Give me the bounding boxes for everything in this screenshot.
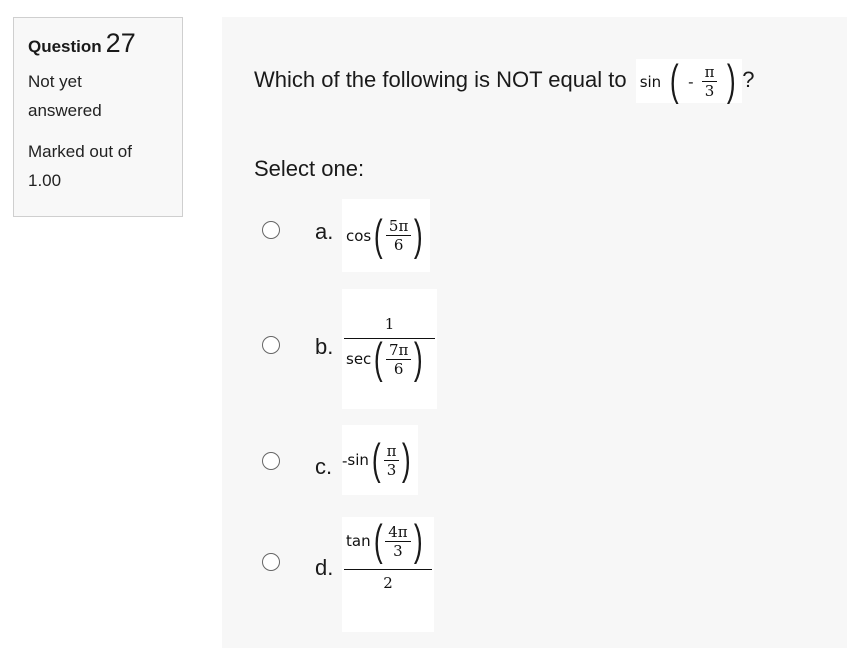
option-math: 1 sec ( 7π 6 )	[342, 289, 437, 409]
math-fraction: 5π 6	[385, 217, 412, 254]
radio-button-d[interactable]	[262, 553, 280, 571]
fraction-denominator: 6	[393, 359, 404, 378]
fraction-denominator: sec ( 7π 6 )	[342, 337, 426, 381]
question-number: Question 27	[28, 28, 182, 59]
math-paren-left: (	[374, 334, 384, 383]
fraction-numerator: 7π	[388, 340, 409, 359]
question-info-panel: Question 27 Not yet answered Marked out o…	[13, 17, 183, 217]
math-func: sec	[346, 350, 372, 368]
question-text-body: Which of the following is NOT equal to	[254, 66, 627, 92]
radio-button-a[interactable]	[262, 221, 280, 239]
fraction-numerator: π	[386, 441, 397, 460]
fraction-denominator: 3	[386, 460, 397, 479]
fraction-bar	[344, 569, 432, 570]
radio-button-b[interactable]	[262, 336, 280, 354]
fraction-numerator: 1	[384, 315, 395, 333]
math-fraction: 4π 3	[385, 522, 411, 560]
question-mark: ?	[742, 66, 755, 92]
option-letter: b.	[315, 334, 334, 359]
question-label: Question	[28, 37, 102, 56]
question-number-value: 27	[105, 28, 136, 58]
math-func: sin	[639, 72, 662, 91]
math-paren-right: )	[402, 435, 412, 484]
math-func: sin	[347, 451, 369, 469]
math-paren-left: (	[371, 435, 381, 484]
option-letter: a.	[315, 219, 334, 244]
question-text: Which of the following is NOT equal to s…	[254, 59, 755, 103]
math-fraction: π 3	[701, 62, 718, 100]
option-math: tan ( 4π 3 ) 2	[342, 517, 434, 632]
question-math-expression: sin ( - π 3 )	[635, 56, 743, 105]
question-state: Not yet answered	[28, 72, 102, 120]
fraction-denominator: 2	[383, 574, 393, 592]
option-math: cos ( 5π 6 )	[342, 199, 430, 272]
math-func: cos	[346, 226, 372, 245]
fraction-denominator: 3	[704, 81, 715, 100]
fraction-numerator: 5π	[388, 217, 409, 235]
fraction-denominator: 3	[393, 541, 403, 560]
select-one-prompt: Select one:	[254, 156, 365, 181]
option-letter: c.	[315, 454, 333, 479]
math-func: tan	[346, 532, 371, 550]
question-content: Which of the following is NOT equal to s…	[222, 17, 847, 648]
fraction-numerator: π	[704, 62, 715, 81]
math-paren-right: )	[414, 334, 424, 383]
math-paren-right: )	[414, 210, 424, 260]
math-fraction: π 3	[383, 441, 400, 479]
option-letter: d.	[315, 555, 334, 580]
math-paren-left: (	[373, 516, 383, 565]
math-paren-left: (	[374, 210, 383, 260]
math-sign: -	[688, 71, 694, 91]
fraction-denominator: 6	[393, 236, 404, 254]
fraction-numerator: 4π	[388, 522, 408, 541]
math-paren-right: )	[413, 516, 423, 565]
option-math: - sin ( π 3 )	[342, 425, 419, 495]
fraction-numerator: tan ( 4π 3 )	[342, 519, 425, 563]
math-paren-left: (	[670, 56, 680, 105]
math-paren-right: )	[726, 56, 736, 105]
question-grade: Marked out of 1.00	[28, 142, 132, 190]
radio-button-c[interactable]	[262, 452, 280, 470]
math-fraction: 7π 6	[385, 340, 412, 378]
